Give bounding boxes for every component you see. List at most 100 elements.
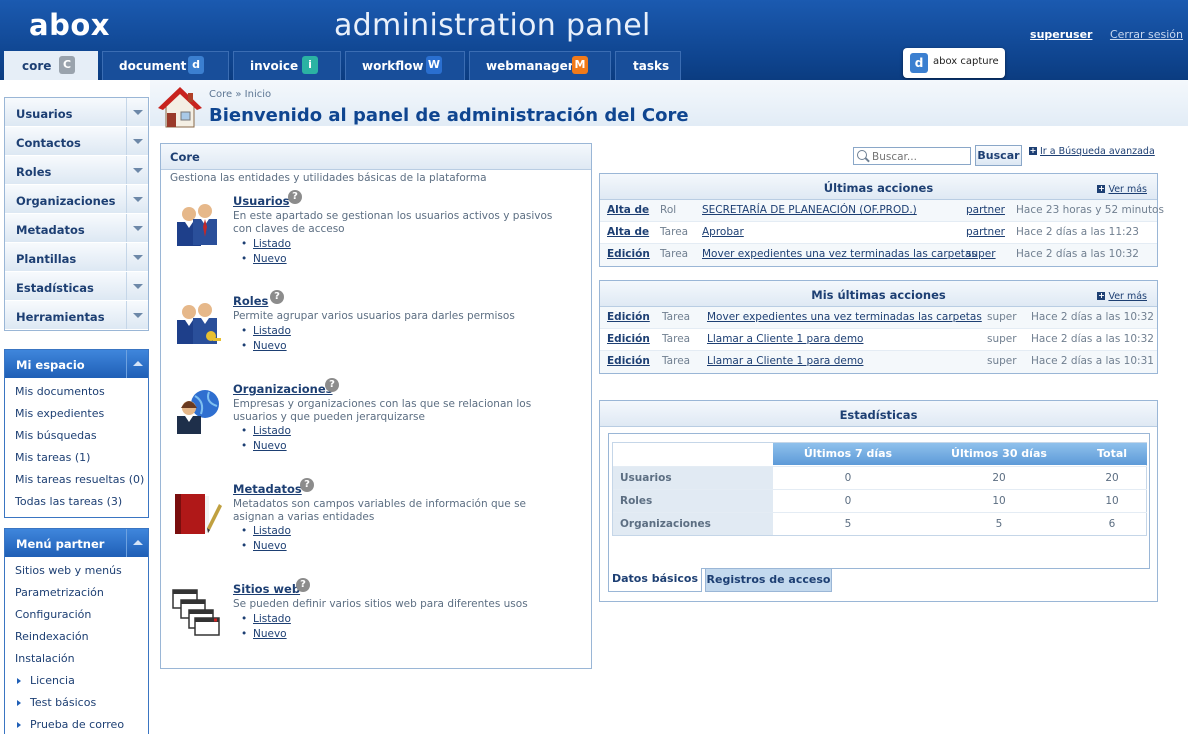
app-title: administration panel bbox=[334, 8, 651, 43]
metadatos-nuevo-link[interactable]: Nuevo bbox=[253, 540, 287, 552]
action-link[interactable]: Alta de bbox=[607, 200, 649, 221]
ultimas-acciones-header: Últimas acciones + Ver más bbox=[600, 174, 1157, 200]
roles-link[interactable]: Roles bbox=[233, 294, 268, 308]
abox-capture-button[interactable]: d abox capture bbox=[903, 48, 1005, 78]
ver-mas-link[interactable]: + Ver más bbox=[1097, 291, 1147, 302]
help-icon[interactable]: ? bbox=[270, 290, 284, 304]
link-mis-documentos[interactable]: Mis documentos bbox=[15, 381, 148, 403]
action-link[interactable]: Edición bbox=[607, 351, 650, 372]
link-sitios-web[interactable]: Sitios web y menús bbox=[15, 560, 148, 582]
sidebar-item-plantillas[interactable]: Plantillas bbox=[5, 243, 148, 272]
sidebar-item-metadatos[interactable]: Metadatos bbox=[5, 214, 148, 243]
chevron-up-icon[interactable] bbox=[126, 529, 148, 557]
sitios-web-nuevo-link[interactable]: Nuevo bbox=[253, 628, 287, 640]
usuarios-listado-link[interactable]: Listado bbox=[253, 238, 291, 250]
table-row: Usuarios 0 20 20 bbox=[613, 466, 1147, 489]
search-input[interactable] bbox=[853, 147, 971, 165]
table-row: Alta de Tarea Aprobar partner Hace 2 día… bbox=[600, 222, 1157, 244]
link-mis-tareas[interactable]: Mis tareas (1) bbox=[15, 447, 148, 469]
stats-table: Últimos 7 días Últimos 30 días Total Usu… bbox=[612, 442, 1147, 536]
entity-link[interactable]: Mover expedientes una vez terminadas las… bbox=[702, 244, 977, 265]
sidebar-item-roles[interactable]: Roles bbox=[5, 156, 148, 185]
chevron-down-icon[interactable] bbox=[126, 243, 148, 271]
link-parametrizacion[interactable]: Parametrización bbox=[15, 582, 148, 604]
tab-webmanager[interactable]: webmanager M bbox=[469, 51, 611, 80]
logout-link[interactable]: Cerrar sesión bbox=[1110, 28, 1183, 41]
table-row: Edición Tarea Llamar a Cliente 1 para de… bbox=[600, 351, 1157, 373]
user-link[interactable]: superuser bbox=[1030, 28, 1092, 41]
estadisticas-panel: Estadísticas Últimos 7 días Últimos 30 d… bbox=[599, 400, 1158, 602]
entity-link[interactable]: Llamar a Cliente 1 para demo bbox=[707, 351, 863, 372]
metadatos-listado-link[interactable]: Listado bbox=[253, 525, 291, 537]
chevron-down-icon[interactable] bbox=[126, 98, 148, 126]
chevron-down-icon[interactable] bbox=[126, 185, 148, 213]
roles-nuevo-link[interactable]: Nuevo bbox=[253, 340, 287, 352]
row-label: Roles bbox=[613, 490, 773, 512]
table-row: Organizaciones 5 5 6 bbox=[613, 512, 1147, 535]
sidebar-item-contactos[interactable]: Contactos bbox=[5, 127, 148, 156]
action-link[interactable]: Edición bbox=[607, 244, 650, 265]
logo[interactable]: abox bbox=[29, 8, 110, 42]
help-icon[interactable]: ? bbox=[288, 190, 302, 204]
sidebar-item-estadisticas[interactable]: Estadísticas bbox=[5, 272, 148, 301]
tab-tasks[interactable]: tasks bbox=[615, 51, 681, 80]
sidebar-item-herramientas[interactable]: Herramientas bbox=[5, 301, 148, 330]
usuarios-nuevo-link[interactable]: Nuevo bbox=[253, 253, 287, 265]
user-link[interactable]: partner bbox=[966, 200, 1005, 221]
workflow-icon: W bbox=[426, 56, 442, 74]
link-todas-tareas[interactable]: Todas las tareas (3) bbox=[15, 491, 148, 513]
usuarios-link[interactable]: Usuarios bbox=[233, 194, 290, 208]
action-link[interactable]: Edición bbox=[607, 329, 650, 350]
ver-mas-link[interactable]: + Ver más bbox=[1097, 184, 1147, 195]
action-link[interactable]: Alta de bbox=[607, 222, 649, 243]
tab-core[interactable]: core C bbox=[4, 51, 98, 80]
mi-espacio-header[interactable]: Mi espacio bbox=[5, 350, 148, 378]
mis-ultimas-acciones-header: Mis últimas acciones + Ver más bbox=[600, 281, 1157, 307]
chevron-down-icon[interactable] bbox=[126, 301, 148, 329]
menu-partner-header[interactable]: Menú partner bbox=[5, 529, 148, 557]
help-icon[interactable]: ? bbox=[300, 478, 314, 492]
link-instalacion[interactable]: Instalación bbox=[15, 648, 148, 670]
chevron-down-icon[interactable] bbox=[126, 156, 148, 184]
user-link[interactable]: partner bbox=[966, 222, 1005, 243]
roles-listado-link[interactable]: Listado bbox=[253, 325, 291, 337]
tab-datos-basicos[interactable]: Datos básicos bbox=[608, 568, 702, 592]
link-mis-busquedas[interactable]: Mis búsquedas bbox=[15, 425, 148, 447]
chevron-down-icon[interactable] bbox=[126, 272, 148, 300]
link-prueba-correo[interactable]: Prueba de correo bbox=[15, 714, 148, 734]
link-configuracion[interactable]: Configuración bbox=[15, 604, 148, 626]
entity-link[interactable]: Mover expedientes una vez terminadas las… bbox=[707, 307, 982, 328]
sitios-web-link[interactable]: Sitios web bbox=[233, 582, 300, 596]
tab-invoice[interactable]: invoice i bbox=[233, 51, 341, 80]
tab-document[interactable]: document d bbox=[102, 51, 229, 80]
advanced-search-link[interactable]: + Ir a Búsqueda avanzada bbox=[1029, 146, 1155, 157]
sitios-web-listado-link[interactable]: Listado bbox=[253, 613, 291, 625]
organizaciones-link[interactable]: Organizaciones bbox=[233, 382, 333, 396]
link-licencia[interactable]: Licencia bbox=[15, 670, 148, 692]
link-reindexacion[interactable]: Reindexación bbox=[15, 626, 148, 648]
chevron-up-icon[interactable] bbox=[126, 350, 148, 378]
usuarios-description: En este apartado se gestionan los usuari… bbox=[233, 210, 553, 235]
metadatos-link[interactable]: Metadatos bbox=[233, 482, 302, 496]
link-mis-tareas-resueltas[interactable]: Mis tareas resueltas (0) bbox=[15, 469, 148, 491]
help-icon[interactable]: ? bbox=[325, 378, 339, 392]
breadcrumb-core[interactable]: Core bbox=[209, 89, 232, 100]
search-button[interactable]: Buscar bbox=[975, 145, 1022, 166]
tab-workflow[interactable]: workflow W bbox=[345, 51, 465, 80]
tab-registros-acceso[interactable]: Registros de acceso bbox=[705, 568, 832, 592]
entity-link[interactable]: Llamar a Cliente 1 para demo bbox=[707, 329, 863, 350]
chevron-down-icon[interactable] bbox=[126, 214, 148, 242]
help-icon[interactable]: ? bbox=[296, 578, 310, 592]
sidebar-item-usuarios[interactable]: Usuarios bbox=[5, 98, 148, 127]
sidebar-item-organizaciones[interactable]: Organizaciones bbox=[5, 185, 148, 214]
link-test-basicos[interactable]: Test básicos bbox=[15, 692, 148, 714]
table-row: Edición Tarea Mover expedientes una vez … bbox=[600, 307, 1157, 329]
organizaciones-listado-link[interactable]: Listado bbox=[253, 425, 291, 437]
chevron-down-icon[interactable] bbox=[126, 127, 148, 155]
entity-link[interactable]: Aprobar bbox=[702, 222, 744, 243]
user-link[interactable]: super bbox=[966, 244, 996, 265]
entity-link[interactable]: SECRETARÍA DE PLANEACIÓN (OF.PROD.) bbox=[702, 200, 917, 221]
action-link[interactable]: Edición bbox=[607, 307, 650, 328]
organizaciones-nuevo-link[interactable]: Nuevo bbox=[253, 440, 287, 452]
link-mis-expedientes[interactable]: Mis expedientes bbox=[15, 403, 148, 425]
